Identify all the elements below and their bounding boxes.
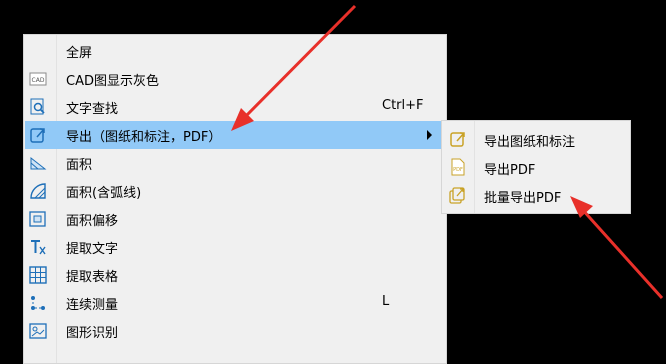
submenu-item-export-drawing[interactable]: 导出图纸和标注	[443, 125, 629, 153]
menu-item-extract-text[interactable]: 提取文字	[25, 233, 445, 261]
menu-item-label: CAD图显示灰色	[66, 74, 159, 89]
text-search-icon	[29, 98, 47, 116]
pdf-icon: PDF	[449, 158, 467, 176]
continuous-measure-icon	[29, 294, 47, 312]
menu-item-label: 面积偏移	[66, 214, 119, 229]
menu-item-label: 导出（图纸和标注，PDF）	[66, 130, 222, 145]
shortcut-text: Ctrl+F	[382, 98, 424, 113]
menu-item-shape-recognition[interactable]: 图形识别	[25, 317, 445, 345]
menu-item-area-offset[interactable]: 面积偏移	[25, 205, 445, 233]
cad-gray-icon: CAD	[29, 70, 47, 88]
menu-item-area[interactable]: 面积	[25, 149, 445, 177]
svg-text:PDF: PDF	[453, 167, 463, 173]
shortcut-text: L	[382, 294, 390, 309]
export-submenu: 导出图纸和标注 PDF 导出PDF 批量导出PDF	[441, 120, 631, 214]
menu-item-fullscreen[interactable]: 全屏	[25, 37, 445, 65]
submenu-arrow-icon	[427, 130, 432, 140]
submenu-item-label: 批量导出PDF	[484, 191, 562, 206]
menu-item-cad-gray[interactable]: CAD CAD图显示灰色	[25, 65, 445, 93]
extract-table-icon	[29, 266, 47, 284]
batch-export-icon	[449, 186, 467, 204]
menu-item-label: 文字查找	[66, 102, 119, 117]
menu-item-label: 面积	[66, 158, 93, 173]
menu-item-label: 面积(含弧线)	[66, 186, 142, 201]
area-icon	[29, 154, 47, 172]
context-menu: 全屏 CAD CAD图显示灰色 文字查找 Ctrl+F 导出（图纸和标注，PDF…	[23, 34, 447, 364]
menu-item-continuous-measure[interactable]: 连续测量 L	[25, 289, 445, 317]
submenu-item-label: 导出图纸和标注	[484, 135, 576, 150]
menu-item-extract-table[interactable]: 提取表格	[25, 261, 445, 289]
submenu-item-export-pdf[interactable]: PDF 导出PDF	[443, 153, 629, 181]
menu-item-area-arc[interactable]: 面积(含弧线)	[25, 177, 445, 205]
shape-recognition-icon	[29, 322, 47, 340]
extract-text-icon	[29, 238, 47, 256]
export-icon	[29, 126, 47, 144]
menu-item-label: 全屏	[66, 46, 93, 61]
submenu-item-label: 导出PDF	[484, 163, 536, 178]
menu-item-label: 连续测量	[66, 298, 119, 313]
menu-item-label: 图形识别	[66, 326, 119, 341]
export-drawing-icon	[449, 130, 467, 148]
svg-text:CAD: CAD	[32, 77, 45, 84]
menu-item-label: 提取表格	[66, 270, 119, 285]
area-offset-icon	[29, 210, 47, 228]
submenu-item-batch-export-pdf[interactable]: 批量导出PDF	[443, 181, 629, 209]
menu-item-label: 提取文字	[66, 242, 119, 257]
menu-item-text-search[interactable]: 文字查找 Ctrl+F	[25, 93, 445, 121]
menu-item-export[interactable]: 导出（图纸和标注，PDF）	[25, 121, 445, 149]
area-arc-icon	[29, 182, 47, 200]
